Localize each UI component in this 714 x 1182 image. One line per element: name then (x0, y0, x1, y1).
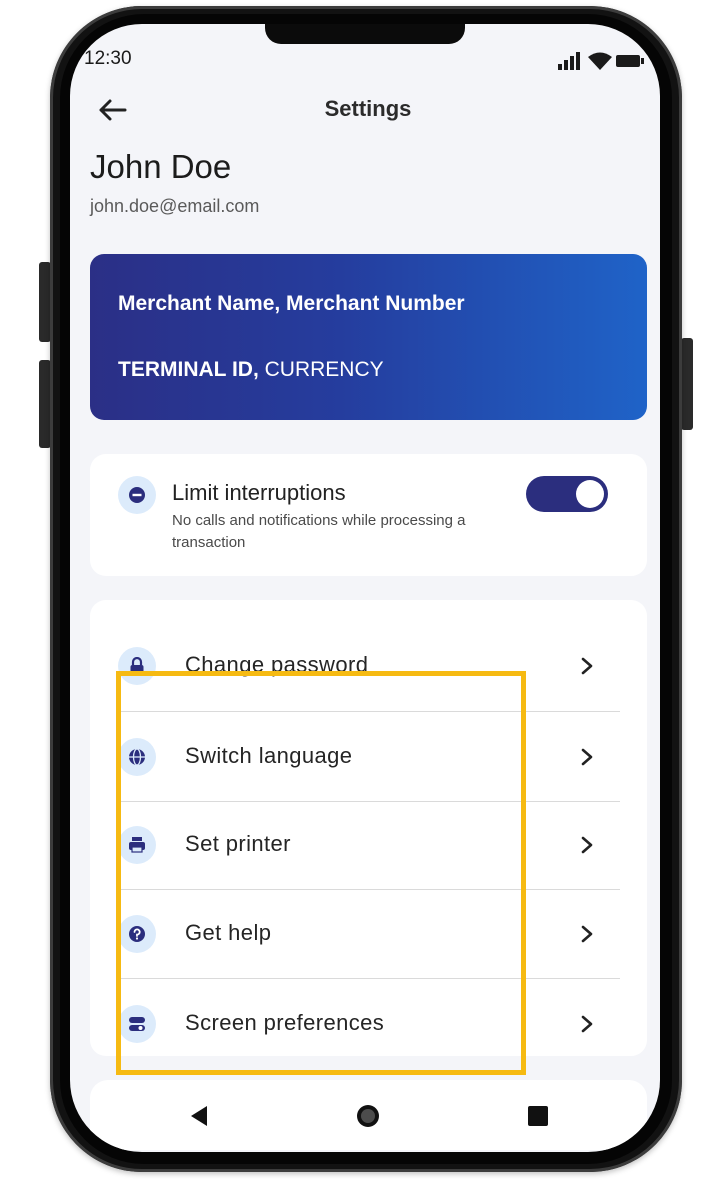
status-bar: 12:30 (70, 48, 660, 74)
chevron-right-icon (581, 836, 593, 854)
camera-notch (265, 24, 465, 44)
wifi-icon (588, 52, 612, 70)
recents-square-icon[interactable] (524, 1102, 552, 1130)
status-time: 12:30 (84, 48, 132, 69)
limit-interruptions-subtitle: No calls and notifications while process… (172, 512, 466, 551)
chevron-right-icon (581, 748, 593, 766)
toggle-knob (576, 480, 604, 508)
merchant-card: Merchant Name, Merchant Number TERMINAL … (90, 254, 647, 420)
minus-circle-icon (118, 476, 156, 514)
user-email: john.doe@email.com (90, 196, 260, 216)
highlight-box (116, 671, 526, 1075)
limit-interruptions-title: Limit interruptions (172, 480, 346, 505)
merchant-name-number: Merchant Name, Merchant Number (118, 292, 465, 315)
user-name: John Doe (90, 148, 232, 185)
chevron-right-icon (581, 1015, 593, 1033)
terminal-id-label: TERMINAL ID, (118, 358, 259, 381)
signal-icon (558, 52, 580, 70)
power-button (681, 338, 693, 430)
terminal-currency-line: TERMINAL ID, CURRENCY (118, 358, 384, 382)
currency-label: CURRENCY (264, 358, 384, 381)
battery-icon (616, 55, 644, 67)
page-title: Settings (324, 96, 412, 121)
home-circle-icon[interactable] (354, 1102, 382, 1130)
chevron-right-icon (581, 657, 593, 675)
chevron-right-icon (581, 925, 593, 943)
back-triangle-icon[interactable] (186, 1102, 214, 1130)
limit-interruptions-toggle[interactable] (526, 476, 608, 512)
status-icons (558, 52, 644, 72)
limit-interruptions-card: Limit interruptions No calls and notific… (90, 454, 647, 576)
app-header: Settings (70, 90, 660, 130)
system-nav-bar (90, 1080, 647, 1150)
